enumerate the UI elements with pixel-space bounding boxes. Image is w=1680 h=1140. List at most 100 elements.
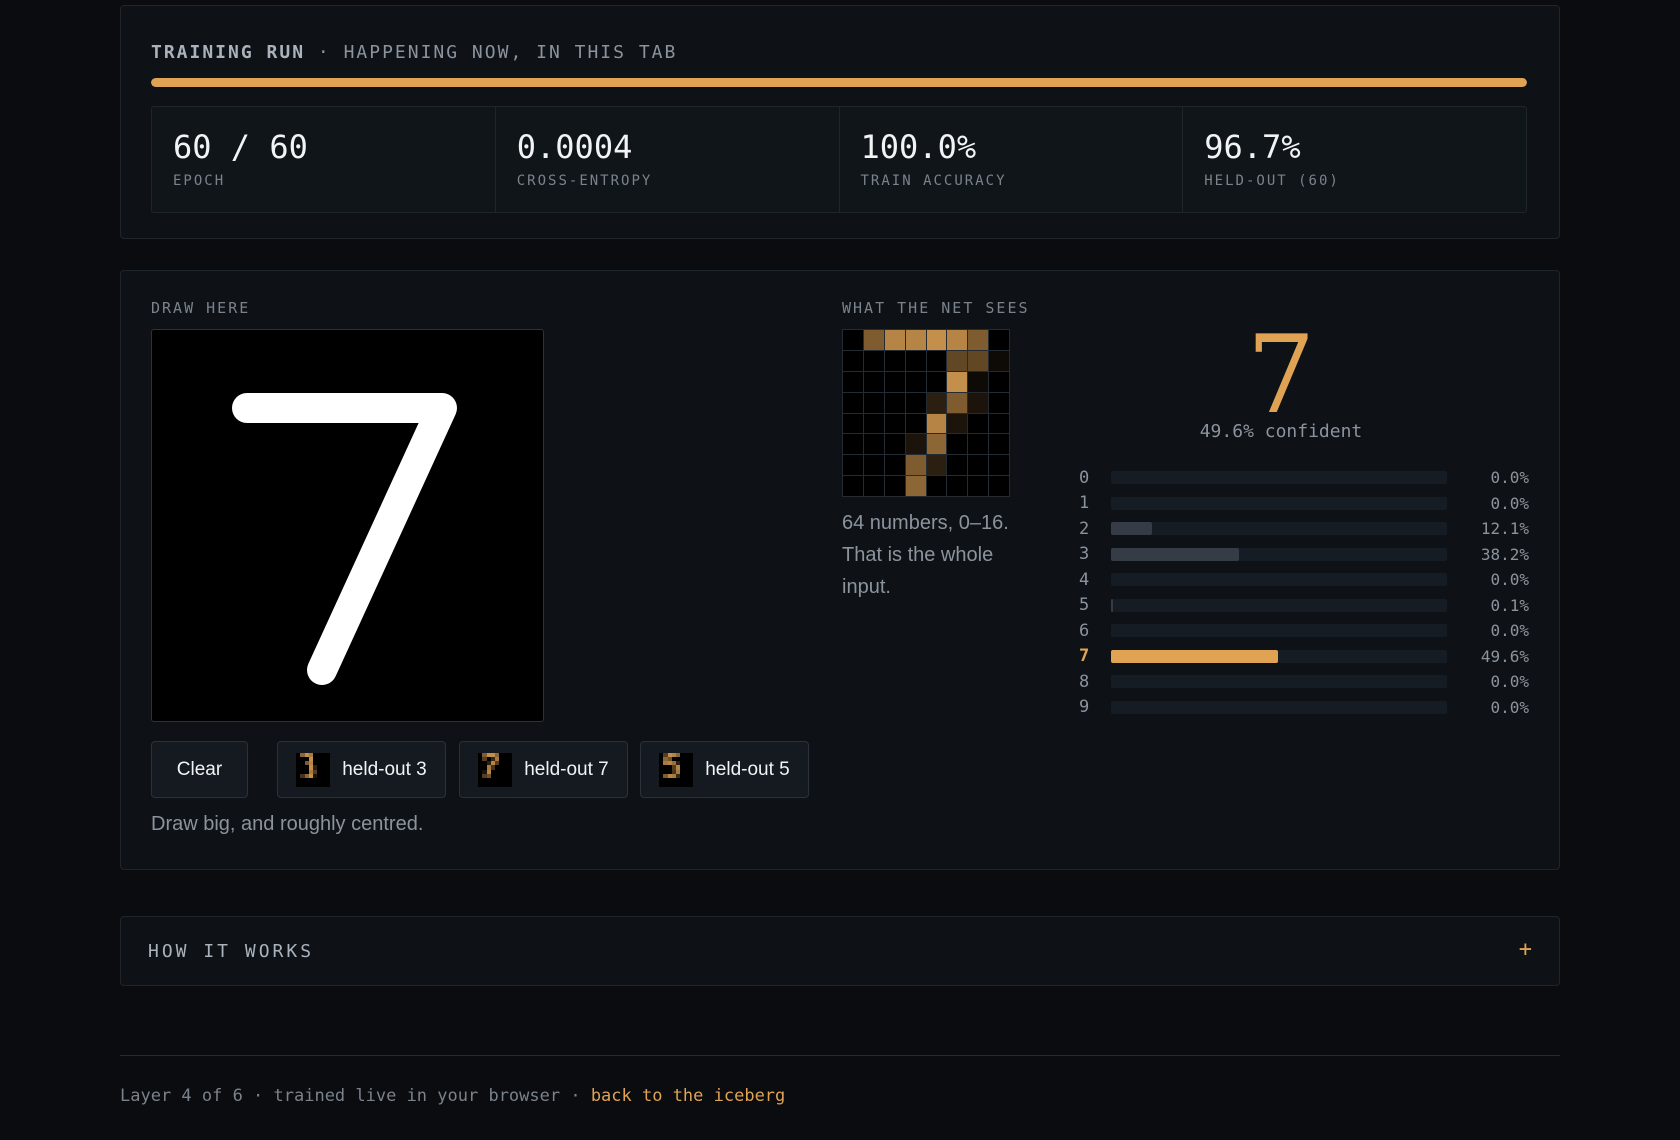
probability-digit-label: 2 — [1079, 518, 1090, 539]
training-run-title: TRAINING RUN · HAPPENING NOW, IN THIS TA… — [151, 42, 678, 63]
probability-value: 0.0% — [1490, 697, 1529, 717]
net-input-pixel — [989, 392, 1009, 413]
probability-bar-track — [1111, 496, 1447, 510]
stat-cross-entropy: 0.0004 CROSS-ENTROPY — [496, 107, 840, 212]
probability-row-9: 9 0.0% — [1079, 695, 1529, 721]
probability-digit-label: 4 — [1079, 569, 1090, 590]
probability-row-3: 3 38.2% — [1079, 542, 1529, 568]
probability-digit-label: 0 — [1079, 467, 1090, 488]
held-out-5-label: held-out 5 — [705, 758, 790, 780]
net-input-pixel — [905, 371, 926, 392]
prediction-confidence: 49.6% confident — [1199, 421, 1363, 442]
net-input-pixel — [989, 434, 1009, 455]
probability-row-6: 6 0.0% — [1079, 618, 1529, 644]
footer-text: Layer 4 of 6 · trained live in your brow… — [120, 1086, 591, 1106]
net-input-pixel — [926, 476, 947, 496]
net-input-pixel — [843, 455, 863, 476]
probability-bar — [1111, 547, 1240, 561]
net-input-pixel — [947, 392, 968, 413]
thumbnail-pixel — [507, 782, 513, 787]
net-input-pixel — [989, 476, 1009, 496]
net-input-pixel — [989, 371, 1009, 392]
probability-bar-track — [1111, 522, 1447, 536]
net-input-pixel — [884, 392, 905, 413]
net-input-pixel — [863, 476, 884, 496]
net-input-pixel — [905, 392, 926, 413]
probability-row-1: 1 0.0% — [1079, 491, 1529, 517]
draw-hint: Draw big, and roughly centred. — [151, 813, 424, 835]
net-input-pixel — [863, 455, 884, 476]
probability-digit-label: 9 — [1079, 697, 1090, 718]
net-input-pixel — [863, 350, 884, 371]
probability-bar-track — [1111, 675, 1447, 689]
net-input-pixel — [884, 455, 905, 476]
net-input-pixel — [884, 434, 905, 455]
net-input-pixel — [843, 371, 863, 392]
expand-plus-icon[interactable]: + — [1519, 937, 1532, 962]
back-to-iceberg-link[interactable]: back to the iceberg — [591, 1086, 785, 1106]
training-stats: 60 / 60 EPOCH 0.0004 CROSS-ENTROPY 100.0… — [151, 106, 1527, 213]
net-input-pixel — [863, 392, 884, 413]
net-input-pixel — [884, 350, 905, 371]
net-input-pixel — [968, 330, 989, 350]
probability-bar-track — [1111, 649, 1447, 663]
net-input-pixel — [905, 413, 926, 434]
probability-bar-track — [1111, 471, 1447, 485]
draw-label: DRAW HERE — [151, 299, 251, 317]
footer-divider — [120, 1055, 1560, 1056]
net-input-pixel — [884, 330, 905, 350]
net-input-pixel — [968, 455, 989, 476]
thumbnail-pixel — [325, 782, 331, 787]
held-out-7-label: held-out 7 — [524, 758, 609, 780]
probability-bar — [1111, 522, 1152, 536]
held-out-3-button[interactable]: held-out 3 — [277, 741, 446, 798]
held-out-5-button[interactable]: held-out 5 — [640, 741, 809, 798]
net-input-pixel — [947, 371, 968, 392]
net-input-pixel — [968, 413, 989, 434]
net-input-pixel — [863, 330, 884, 350]
stat-value: 60 / 60 — [173, 128, 308, 166]
net-input-pixel — [926, 392, 947, 413]
net-input-pixel — [926, 330, 947, 350]
probability-row-8: 8 0.0% — [1079, 669, 1529, 695]
probability-row-7: 7 49.6% — [1079, 644, 1529, 670]
held-out-3-thumbnail — [296, 752, 331, 787]
clear-button[interactable]: Clear — [151, 741, 248, 798]
probability-chart: 0 0.0% 1 0.0% 2 12.1% 3 38.2% 4 0.0% 5 0.1% 6 0.0% 7 49… — [1079, 465, 1529, 720]
net-input-pixel — [947, 434, 968, 455]
net-input-pixel — [968, 371, 989, 392]
probability-bar-track — [1111, 598, 1447, 612]
probability-digit-label: 7 — [1079, 646, 1090, 667]
net-input-pixel — [884, 371, 905, 392]
net-input-pixel — [947, 413, 968, 434]
training-progress-bar — [151, 78, 1527, 87]
net-input-pixel — [905, 330, 926, 350]
net-input-pixel — [947, 330, 968, 350]
net-input-pixel — [843, 350, 863, 371]
net-input-pixel — [947, 455, 968, 476]
probability-value: 12.1% — [1480, 519, 1529, 539]
stat-label: EPOCH — [173, 173, 226, 189]
net-input-pixel — [947, 476, 968, 496]
drawing-canvas[interactable] — [151, 329, 544, 722]
stat-value: 0.0004 — [516, 128, 633, 166]
held-out-7-button[interactable]: held-out 7 — [459, 741, 628, 798]
net-input-pixel — [863, 371, 884, 392]
net-input-caption: 64 numbers, 0–16. That is the whole inpu… — [842, 512, 1009, 598]
net-input-pixel — [947, 350, 968, 371]
how-it-works-toggle[interactable]: HOW IT WORKS + — [120, 916, 1560, 986]
net-input-pixel — [968, 350, 989, 371]
probability-bar — [1111, 649, 1278, 663]
net-input-pixel — [926, 350, 947, 371]
probability-bar-track — [1111, 624, 1447, 638]
net-input-pixel — [989, 455, 1009, 476]
net-input-pixel — [843, 434, 863, 455]
net-input-pixel — [926, 371, 947, 392]
net-input-pixel — [926, 455, 947, 476]
probability-bar — [1111, 598, 1113, 612]
net-input-pixel — [968, 434, 989, 455]
draw-panel: DRAW HERE Clear held-out 3 held-out 7 he… — [120, 270, 1560, 870]
net-input-pixel — [968, 476, 989, 496]
stat-label: TRAIN ACCURACY — [860, 173, 1007, 189]
how-it-works-title: HOW IT WORKS — [148, 941, 315, 962]
